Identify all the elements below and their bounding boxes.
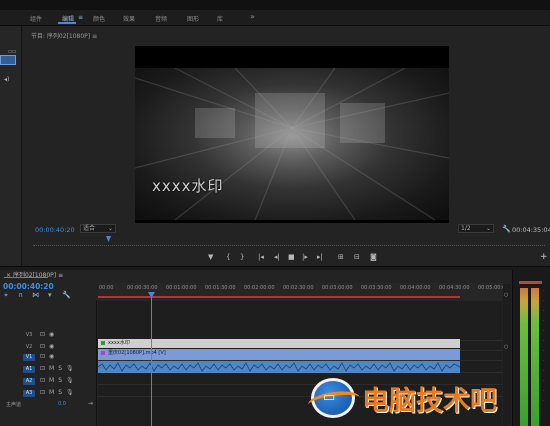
audio-clip[interactable]: [98, 361, 460, 373]
export-frame-icon[interactable]: ◙: [370, 253, 377, 261]
active-workspace-indicator: [58, 22, 76, 24]
step-back-icon[interactable]: ◂|: [274, 253, 280, 261]
ruler-label: 00:03:00:00: [322, 285, 353, 291]
add-marker-icon[interactable]: ▾: [48, 291, 52, 299]
track-name[interactable]: V3: [23, 332, 35, 339]
ruler-label: 00:04:30:00: [439, 285, 470, 291]
track-headers: V3 ⊡◉ V2 ⊡◉ V1 ⊡◉ A1 ⊡MS🎙 A2 ⊡MS🎙 A3 ⊡MS…: [0, 301, 97, 426]
timeline-tools: ⌖ ∩ ⋈ ▾ 🔧: [4, 291, 74, 299]
master-volume[interactable]: 0.0: [58, 401, 66, 407]
playback-resolution-select[interactable]: 1/2 ⌄: [458, 224, 494, 233]
track-name[interactable]: A1: [23, 366, 35, 373]
track-toggle-icons[interactable]: ⊡MS🎙: [40, 377, 78, 384]
track-header-v3[interactable]: V3 ⊡◉: [0, 329, 97, 341]
monitor-icon: ▭: [323, 390, 336, 405]
ruler-label: 00:00: [99, 285, 114, 291]
text-clip[interactable]: xxxx水印: [98, 339, 460, 348]
go-to-in-icon[interactable]: |◂: [258, 253, 264, 261]
add-marker-icon[interactable]: ▼: [208, 253, 213, 261]
audio-meter-right: [531, 288, 539, 426]
panel-menu-icon[interactable]: ≡: [58, 272, 63, 279]
time-ruler[interactable]: 00:00 00:00:30:00 00:01:00:00 00:01:30:0…: [98, 283, 509, 301]
motion-blur-streaks: [135, 67, 449, 221]
track-name[interactable]: V1: [23, 354, 35, 361]
ruler-label: 00:02:00:00: [244, 285, 275, 291]
logo-text: 电脑技术吧: [362, 386, 497, 417]
watermark-text: xxxx水印: [152, 177, 224, 195]
duration-timecode: 00:04:35:04: [512, 226, 550, 234]
workspace-tab-graphics[interactable]: 图形: [187, 14, 199, 23]
mark-out-icon[interactable]: }: [240, 253, 244, 261]
track-toggle-icons[interactable]: ⊡◉: [40, 343, 58, 350]
go-to-out-icon[interactable]: ▸|: [317, 253, 323, 261]
mark-in-icon[interactable]: {: [226, 253, 230, 261]
title-bar: [0, 0, 550, 10]
ruler-label: 00:00:30:00: [127, 285, 158, 291]
clip-label-color: [101, 341, 105, 345]
extract-icon[interactable]: ⊟: [354, 253, 360, 261]
program-monitor-title[interactable]: 节目: 序列02[1080P] ≡: [31, 31, 97, 40]
speaker-icon[interactable]: ◂): [4, 76, 9, 83]
lift-icon[interactable]: ⊞: [338, 253, 344, 261]
workspace-tab-effects[interactable]: 效果: [123, 14, 135, 23]
transport-controls: ▼ { } |◂ ◂| ■ |▸ ▸| ⊞ ⊟ ◙: [200, 253, 390, 263]
timeline-vertical-scrollbar[interactable]: ○ ○: [503, 284, 511, 426]
stop-icon[interactable]: ■: [288, 253, 295, 261]
left-panel-selection[interactable]: [0, 55, 16, 65]
track-toggle-icons[interactable]: ⊡◉: [40, 331, 58, 338]
panel-menu-icon[interactable]: ≡: [92, 33, 97, 40]
linked-selection-icon[interactable]: ⋈: [32, 291, 39, 299]
track-name[interactable]: A3: [23, 390, 35, 397]
workspace-tab-color[interactable]: 颜色: [93, 14, 105, 23]
nest-icon[interactable]: ⌖: [4, 291, 8, 300]
wrench-icon[interactable]: 🔧: [62, 291, 71, 299]
master-track-header[interactable]: 主声道 0.0 ⇥: [0, 398, 97, 410]
workspace-tab-libraries[interactable]: 库: [217, 14, 223, 23]
monitor-scrub-bar[interactable]: [33, 238, 545, 246]
workspace-tab-audio[interactable]: 音频: [155, 14, 167, 23]
video-frame: [135, 67, 449, 221]
track-header-a1[interactable]: A1 ⊡MS🎙: [0, 363, 97, 375]
ruler-label: 00:03:30:00: [361, 285, 392, 291]
sequence-tab-underline: [4, 277, 48, 278]
track-name[interactable]: V2: [23, 344, 35, 351]
scroll-handle-icon[interactable]: ○: [504, 292, 508, 298]
wrench-icon[interactable]: 🔧: [502, 225, 511, 233]
clip-label-color: [101, 351, 105, 355]
master-label: 主声道: [6, 402, 22, 408]
go-to-end-icon[interactable]: ⇥: [88, 400, 93, 407]
timeline-playhead-line[interactable]: [151, 297, 152, 426]
ruler-label: 00:04:00:00: [400, 285, 431, 291]
meter-clip-indicator: [519, 281, 542, 284]
video-clip[interactable]: 重庆02[1080P].mp4 [V]: [98, 349, 460, 360]
button-editor-plus-icon[interactable]: +: [540, 252, 548, 262]
track-name[interactable]: A2: [23, 378, 35, 385]
workspace-tab-assembly[interactable]: 组件: [30, 14, 42, 23]
audio-waveform: [98, 362, 460, 372]
ruler-label: 00:01:00:00: [166, 285, 197, 291]
panel-menu-icon[interactable]: ▫▫: [8, 48, 16, 55]
chevron-down-icon: ⌄: [107, 225, 113, 232]
track-header-a2[interactable]: A2 ⊡MS🎙: [0, 375, 97, 387]
zoom-fit-select[interactable]: 适合 ⌄: [80, 224, 116, 233]
more-workspaces-icon[interactable]: »: [250, 12, 255, 21]
meter-scale: ------------: [543, 288, 545, 403]
timeline-timecode[interactable]: 00:00:40:20: [3, 282, 54, 291]
workspace-bar: 组件 编辑 ≡ 颜色 效果 音频 图形 库 »: [0, 10, 550, 26]
scroll-handle-icon[interactable]: ○: [504, 344, 508, 350]
video-preview[interactable]: [135, 46, 449, 223]
snap-icon[interactable]: ∩: [18, 291, 23, 299]
chevron-down-icon: ⌄: [485, 225, 491, 232]
track-toggle-icons[interactable]: ⊡MS🎙: [40, 389, 78, 396]
ruler-label: 00:01:30:00: [205, 285, 236, 291]
workspace-menu-icon[interactable]: ≡: [78, 14, 83, 21]
track-header-v1[interactable]: V1 ⊡◉: [0, 351, 97, 363]
step-forward-icon[interactable]: |▸: [302, 253, 308, 261]
playhead-timecode[interactable]: 00:00:40:20: [35, 226, 75, 234]
ruler-label: 00:02:30:00: [283, 285, 314, 291]
track-toggle-icons[interactable]: ⊡MS🎙: [40, 365, 78, 372]
audio-meter-left: [520, 288, 528, 426]
track-toggle-icons[interactable]: ⊡◉: [40, 353, 58, 360]
